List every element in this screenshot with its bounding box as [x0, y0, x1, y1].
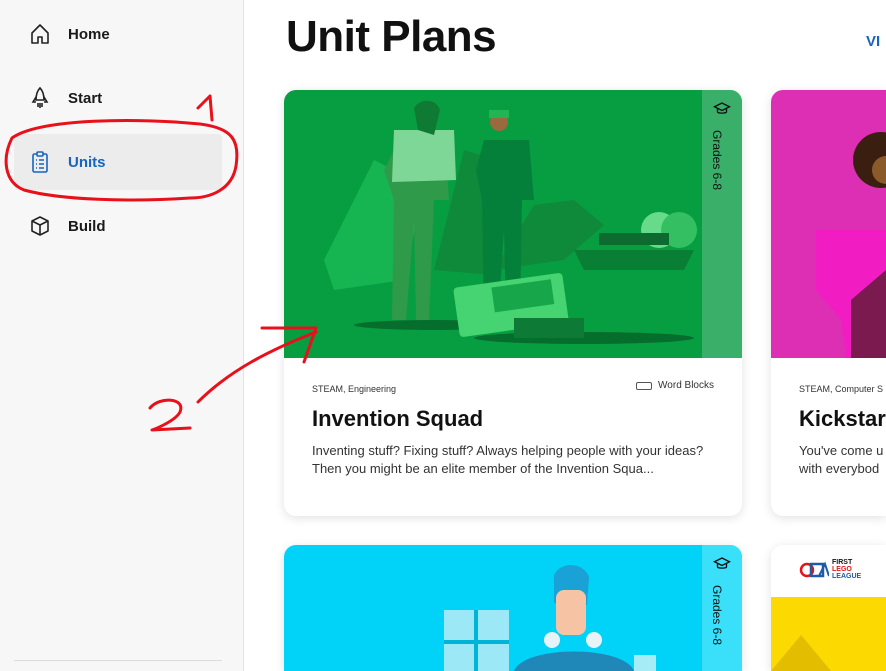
- grade-strip: Grades 6-8: [702, 545, 742, 671]
- sidebar-item-label: Start: [68, 89, 103, 107]
- card-illustration: [284, 545, 742, 671]
- word-blocks-icon: [636, 381, 653, 390]
- sidebar-item-home[interactable]: Home: [14, 6, 222, 62]
- graduation-cap-icon: [713, 102, 731, 114]
- badge-line: FIRST: [832, 559, 853, 566]
- card-description: Inventing stuff? Fixing stuff? Always he…: [312, 443, 704, 476]
- card-tags: STEAM, Computer S: [799, 384, 884, 394]
- view-all-link[interactable]: VI: [866, 33, 880, 50]
- first-lego-league-logo: FIRST LEGO LEAGUE: [799, 559, 879, 583]
- sidebar-divider: [14, 660, 222, 661]
- unit-card-kickstart[interactable]: STEAM, Computer S Kickstar You've come u…: [771, 90, 886, 516]
- code-type: Word Blocks: [636, 380, 714, 391]
- sidebar-item-label: Build: [68, 217, 106, 235]
- sidebar: Home Start Units Build: [0, 0, 244, 671]
- badge-line: LEGO: [832, 566, 852, 573]
- card-illustration: [284, 90, 742, 358]
- card-title: Kickstar: [799, 406, 886, 431]
- card-tags: STEAM, Engineering: [312, 384, 397, 394]
- card-description: You've come u with everybod: [799, 443, 884, 476]
- home-icon: [31, 24, 49, 44]
- card-body: STEAM, Engineering Word Blocks Invention…: [284, 358, 742, 516]
- grade-label: Grades 6-8: [710, 130, 724, 191]
- graduation-cap-icon: [713, 557, 731, 569]
- sidebar-item-label: Units: [68, 153, 106, 171]
- card-illustration: [771, 90, 886, 358]
- grade-strip: Grades 6-8: [702, 90, 742, 358]
- grade-label: Grades 6-8: [710, 585, 724, 646]
- unit-card-first-lego-league[interactable]: FIRST LEGO LEAGUE: [771, 545, 886, 671]
- rocket-icon: [31, 86, 49, 108]
- card-body: STEAM, Computer S Kickstar You've come u…: [771, 358, 886, 516]
- code-type-label: Word Blocks: [658, 380, 714, 391]
- unit-card-3[interactable]: Grades 6-8: [284, 545, 742, 671]
- unit-card-invention-squad[interactable]: Grades 6-8 STEAM, Engineering Word Block…: [284, 90, 742, 516]
- sidebar-item-label: Home: [68, 25, 110, 43]
- clipboard-list-icon: [32, 151, 48, 173]
- sidebar-item-units[interactable]: Units: [14, 134, 222, 190]
- card-title: Invention Squad: [312, 406, 484, 431]
- first-logo-icon: [799, 561, 829, 578]
- page-title: Unit Plans: [286, 12, 497, 61]
- sidebar-item-build[interactable]: Build: [14, 198, 222, 254]
- cube-icon: [31, 216, 49, 236]
- badge-line: LEAGUE: [832, 573, 862, 580]
- sidebar-item-start[interactable]: Start: [14, 70, 222, 126]
